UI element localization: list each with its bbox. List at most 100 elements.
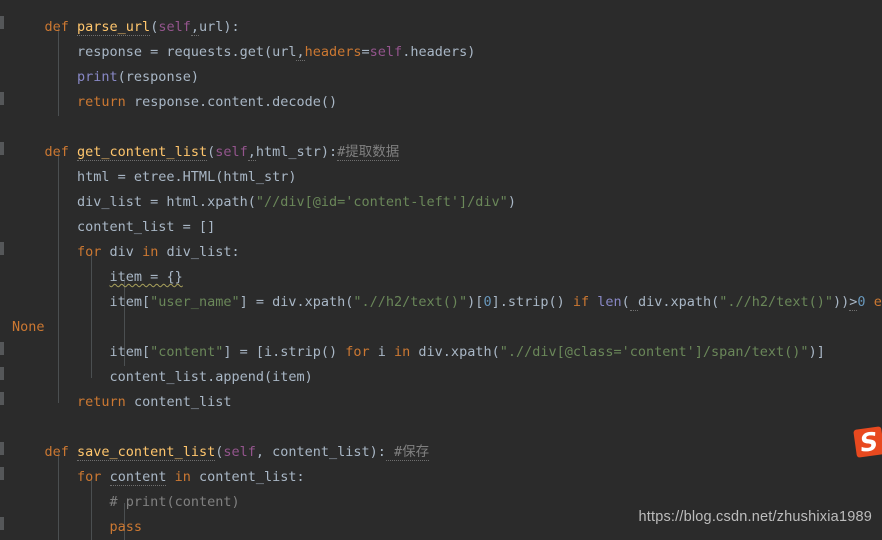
code-token: headers bbox=[304, 44, 362, 60]
code-token: ): bbox=[320, 144, 338, 160]
code-line[interactable]: # print(content) bbox=[12, 490, 240, 515]
gutter-change-marker[interactable] bbox=[0, 467, 4, 480]
code-token: in bbox=[394, 344, 411, 360]
code-token: "content" bbox=[150, 344, 224, 360]
code-line[interactable]: def save_content_list(self, content_list… bbox=[12, 440, 430, 465]
gutter-change-marker[interactable] bbox=[0, 92, 4, 105]
gutter-change-marker[interactable] bbox=[0, 442, 4, 455]
gutter-change-marker[interactable] bbox=[0, 342, 4, 355]
code-token: None bbox=[12, 319, 45, 335]
code-token: self bbox=[215, 144, 248, 160]
code-token: )) bbox=[833, 294, 850, 310]
code-token: response.content.decode() bbox=[125, 94, 338, 110]
code-token: #保存 bbox=[385, 444, 430, 461]
code-token: ".//div[@class='content']/span/text()" bbox=[499, 344, 809, 360]
code-token: ) bbox=[507, 194, 516, 210]
gutter-change-marker[interactable] bbox=[0, 16, 4, 29]
code-line[interactable]: item["user_name"] = div.xpath(".//h2/tex… bbox=[12, 290, 882, 315]
code-line[interactable]: for div in div_list: bbox=[12, 240, 240, 265]
code-token: for bbox=[345, 344, 370, 360]
code-line[interactable]: def parse_url(self,url): bbox=[12, 15, 240, 40]
code-token: , content_list): bbox=[255, 444, 386, 460]
code-token: "user_name" bbox=[150, 294, 240, 310]
code-token: in bbox=[142, 244, 159, 260]
code-line[interactable]: item = {} bbox=[12, 265, 183, 290]
code-token: content_list.append(item) bbox=[12, 369, 313, 385]
code-token: item = {} bbox=[109, 269, 183, 285]
code-token: .headers) bbox=[402, 44, 476, 60]
code-token: )] bbox=[808, 344, 825, 360]
code-token: div.xpath( bbox=[410, 344, 500, 360]
code-token: div_list = html.xpath( bbox=[12, 194, 256, 210]
code-token: ): bbox=[223, 19, 240, 35]
code-token: div bbox=[101, 244, 143, 260]
code-token: url bbox=[272, 44, 297, 60]
code-line[interactable]: response = requests.get(url,headers=self… bbox=[12, 40, 475, 65]
code-line[interactable]: pass bbox=[12, 515, 143, 540]
code-line[interactable]: div_list = html.xpath("//div[@id='conten… bbox=[12, 190, 516, 215]
code-token: (response) bbox=[117, 69, 199, 85]
code-token: pass bbox=[109, 519, 143, 535]
code-token: url bbox=[198, 19, 224, 35]
code-token: def bbox=[44, 19, 78, 35]
gutter-change-marker[interactable] bbox=[0, 517, 4, 530]
code-token: ".//h2/text()" bbox=[353, 294, 468, 310]
code-token: print bbox=[77, 69, 118, 85]
code-token: if bbox=[572, 294, 590, 310]
code-token: self bbox=[223, 444, 256, 460]
code-token: i bbox=[369, 344, 395, 360]
code-line[interactable]: print(response) bbox=[12, 65, 199, 90]
code-token: ] = [i.strip() bbox=[223, 344, 346, 360]
watermark-url: https://blog.csdn.net/zhushixia1989 bbox=[638, 509, 872, 525]
gutter-change-marker[interactable] bbox=[0, 142, 4, 155]
gutter-change-marker[interactable] bbox=[0, 242, 4, 255]
code-token: html = etree.HTML(html_str) bbox=[12, 169, 297, 185]
code-token: )[ bbox=[467, 294, 484, 310]
code-token: #提取数据 bbox=[337, 144, 400, 161]
code-token: self bbox=[369, 44, 403, 60]
code-line[interactable]: for content in content_list: bbox=[12, 465, 305, 490]
code-token: html_str bbox=[255, 144, 321, 160]
code-editor[interactable]: def parse_url(self,url): response = requ… bbox=[0, 0, 882, 540]
code-token: 0 bbox=[857, 294, 866, 310]
code-token: ( bbox=[621, 294, 630, 310]
code-token: ".//h2/text()" bbox=[719, 294, 834, 310]
code-token: , bbox=[247, 144, 256, 161]
code-token: content bbox=[109, 469, 167, 486]
code-token: for bbox=[77, 244, 102, 260]
code-line[interactable]: def get_content_list(self,html_str):#提取数… bbox=[12, 140, 400, 165]
csdn-logo-letter: S bbox=[858, 426, 880, 458]
code-token: get_content_list bbox=[77, 144, 208, 161]
code-token: self bbox=[158, 19, 191, 35]
code-line[interactable]: return content_list bbox=[12, 390, 231, 415]
code-token: 0 bbox=[483, 294, 492, 310]
code-token: save_content_list bbox=[77, 444, 216, 461]
editor-gutter[interactable] bbox=[0, 0, 12, 540]
gutter-change-marker[interactable] bbox=[0, 367, 4, 380]
code-token: return bbox=[77, 394, 126, 410]
code-token: content_list bbox=[125, 394, 232, 410]
code-line[interactable]: content_list.append(item) bbox=[12, 365, 313, 390]
code-token: response = requests.get( bbox=[12, 44, 273, 60]
code-token: ].strip() bbox=[491, 294, 573, 310]
code-token: content_list = [] bbox=[12, 219, 216, 235]
code-token: div_list: bbox=[158, 244, 240, 260]
code-line[interactable]: content_list = [] bbox=[12, 215, 215, 240]
code-line[interactable]: return response.content.decode() bbox=[12, 90, 337, 115]
code-token: def bbox=[44, 144, 78, 160]
code-line-wrapped[interactable]: None bbox=[12, 315, 45, 340]
code-line[interactable]: html = etree.HTML(html_str) bbox=[12, 165, 296, 190]
code-line[interactable]: item["content"] = [i.strip() for i in di… bbox=[12, 340, 825, 365]
gutter-change-marker[interactable] bbox=[0, 392, 4, 405]
